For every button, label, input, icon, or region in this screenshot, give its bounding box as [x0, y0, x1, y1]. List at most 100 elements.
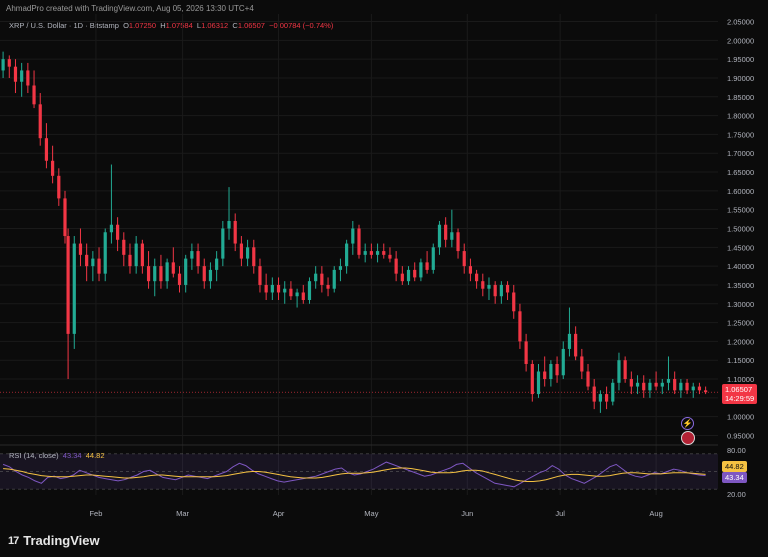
- us-flag-icon[interactable]: [681, 431, 695, 445]
- candle-body: [536, 371, 541, 395]
- candle-body: [153, 266, 157, 282]
- candle-body: [419, 262, 423, 278]
- price-axis: 2.05000 2.00000 1.95000 1.90000 1.85000 1.800…: [727, 18, 754, 441]
- candle-body: [215, 258, 219, 270]
- price-tick-label: 1.15000: [727, 356, 754, 365]
- candle-body: [369, 251, 373, 255]
- candle-body: [561, 348, 565, 376]
- candle-body: [196, 251, 200, 267]
- candle-body: [481, 281, 485, 289]
- candle-body: [332, 269, 336, 289]
- candle-body: [51, 160, 55, 176]
- candle-body: [72, 243, 76, 334]
- candle-body: [276, 284, 281, 293]
- candle-body: [227, 220, 231, 229]
- rsi-tick-label: 80.00: [727, 446, 746, 455]
- candle-body: [685, 382, 689, 391]
- candle-body: [258, 266, 262, 285]
- candle-body: [270, 284, 274, 293]
- candle-body: [425, 262, 429, 270]
- candle-body: [38, 104, 42, 139]
- candle-body: [413, 269, 417, 278]
- price-tick-label: 1.95000: [727, 55, 754, 64]
- candle-body: [252, 247, 256, 267]
- rsi-band: [0, 453, 718, 490]
- candle-body: [604, 394, 609, 402]
- price-tick-label: 1.30000: [727, 300, 754, 309]
- candle-body: [165, 262, 169, 282]
- candle-body: [462, 251, 466, 267]
- candle-body: [611, 382, 615, 402]
- price-tick-label: 1.25000: [727, 319, 754, 328]
- price-tick-label: 1.40000: [727, 262, 754, 271]
- candle-body: [642, 382, 646, 391]
- candle-body: [63, 198, 67, 237]
- candle-body: [326, 284, 330, 289]
- price-tick-label: 1.00000: [727, 413, 754, 422]
- candle-body: [202, 266, 206, 282]
- candle-body: [363, 251, 367, 255]
- candle-body: [32, 85, 36, 105]
- candle-body: [679, 382, 683, 391]
- candle-body: [654, 382, 658, 387]
- candle-body: [44, 138, 49, 161]
- price-tick-label: 1.20000: [727, 337, 754, 346]
- price-tick-label: 2.05000: [727, 18, 754, 27]
- brand-name: TradingView: [23, 533, 100, 548]
- candle-body: [301, 292, 305, 300]
- candle-body: [338, 266, 343, 270]
- candle-body: [233, 220, 237, 244]
- price-tick-label: 1.60000: [727, 187, 754, 196]
- candle-body: [171, 262, 175, 274]
- candle-body: [598, 394, 602, 402]
- rsi-ma-badge: 44.82: [722, 461, 747, 472]
- candle-body: [475, 273, 479, 282]
- candle-body: [574, 333, 578, 357]
- candle-body: [450, 232, 454, 240]
- price-tick-label: 1.85000: [727, 93, 754, 102]
- time-tick-label: Mar: [176, 509, 189, 518]
- candle-body: [85, 254, 89, 267]
- candle-body: [184, 258, 188, 285]
- flash-icon[interactable]: ⚡: [681, 417, 694, 430]
- candle-body: [499, 284, 503, 297]
- candle-body: [629, 379, 633, 387]
- candle-body: [26, 70, 30, 86]
- candle-body: [289, 288, 293, 297]
- candle-body: [456, 232, 460, 252]
- candle-body: [320, 273, 324, 285]
- candle-body: [357, 228, 361, 255]
- candle-body: [116, 224, 120, 240]
- price-tick-label: 1.75000: [727, 130, 754, 139]
- candle-body: [264, 284, 268, 293]
- candle-body: [493, 284, 497, 297]
- candle-body: [245, 247, 250, 259]
- candle-body: [666, 379, 671, 383]
- candle-body: [648, 382, 652, 391]
- candle-body: [394, 258, 398, 274]
- rsi-value-badge: 43.34: [722, 472, 747, 483]
- price-chart[interactable]: 2.05000 2.00000 1.95000 1.90000 1.85000 1.800…: [0, 0, 768, 557]
- candle-body: [468, 266, 473, 274]
- candle-body: [549, 363, 553, 380]
- candle-body: [567, 333, 572, 349]
- tradingview-brand[interactable]: 17 TradingView: [8, 533, 100, 548]
- candle-body: [122, 239, 126, 255]
- candle-body: [66, 236, 70, 334]
- rsi-value: 43.34: [62, 451, 82, 460]
- rsi-legend[interactable]: RSI (14, close) 43.34 44.82: [9, 451, 105, 460]
- candle-body: [406, 269, 411, 282]
- time-tick-label: Apr: [273, 509, 285, 518]
- candle-body: [617, 360, 621, 383]
- candle-body: [159, 266, 163, 282]
- candle-body: [7, 59, 11, 67]
- price-tick-label: 2.00000: [727, 36, 754, 45]
- candle-body: [190, 251, 194, 259]
- time-tick-label: Feb: [89, 509, 102, 518]
- candle-body: [400, 273, 404, 282]
- tradingview-logo-icon: 17: [8, 534, 19, 547]
- candle-body: [524, 341, 528, 364]
- rsi-ma-value: 44.82: [85, 451, 105, 460]
- price-tick-label: 1.45000: [727, 243, 754, 252]
- price-tick-label: 1.65000: [727, 168, 754, 177]
